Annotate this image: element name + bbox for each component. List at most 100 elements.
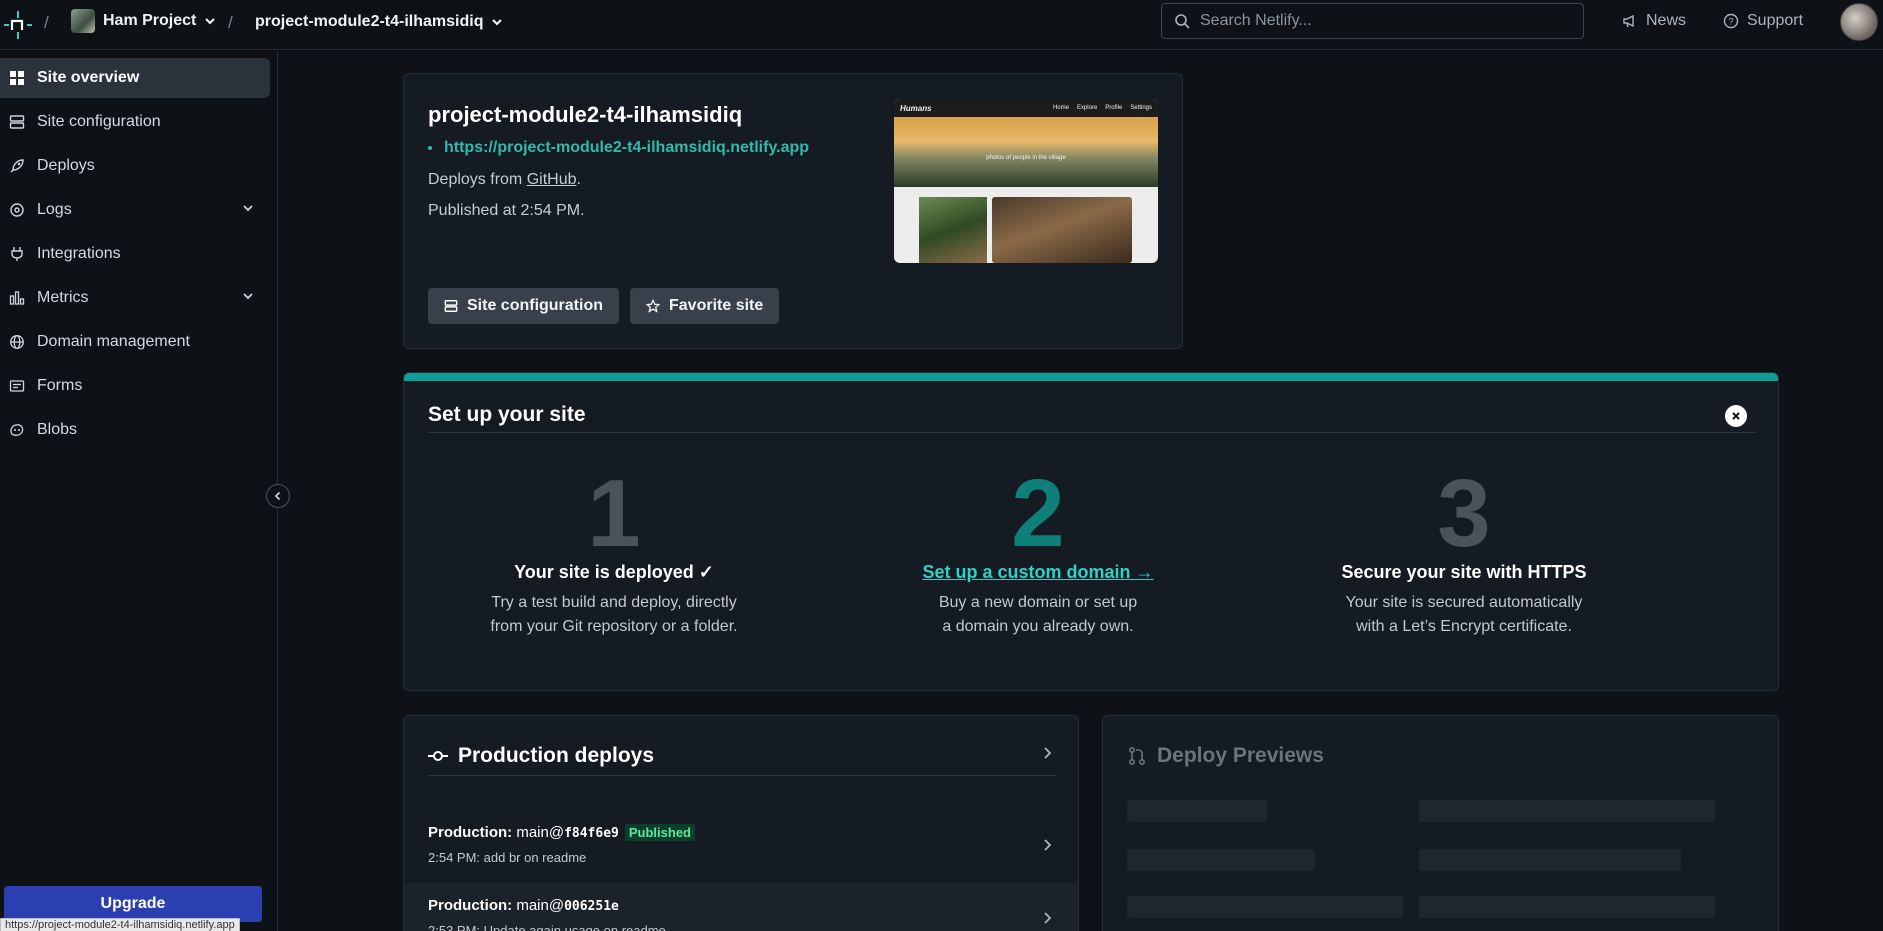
sidebar-item-label: Logs (37, 201, 72, 218)
preview-photo (992, 197, 1132, 263)
deploy-previews-title: Deploy Previews (1157, 744, 1324, 767)
setup-accent-bar (404, 373, 1778, 381)
logs-icon (10, 203, 24, 217)
sidebar-item-logs[interactable]: Logs (0, 190, 270, 230)
site-summary-card: project-module2-t4-ilhamsidiq https://pr… (403, 73, 1183, 349)
netlify-logo-icon[interactable] (2, 9, 34, 41)
preview-links: Home Explore Profile Settings (1053, 105, 1152, 111)
preview-hero: photos of people in the village (894, 117, 1158, 187)
deploy-row[interactable]: Production: main@f84f6e9 Published 2:54 P… (404, 810, 1078, 882)
form-icon (9, 380, 25, 392)
sidebar-item-integrations[interactable]: Integrations (0, 234, 270, 274)
browser-status-url: https://project-module2-t4-ilhamsidiq.ne… (0, 918, 240, 931)
svg-text:?: ? (1728, 17, 1733, 27)
team-switcher[interactable]: Ham Project (71, 9, 216, 33)
news-link[interactable]: News (1622, 12, 1686, 30)
chevron-down-icon (243, 205, 253, 212)
step-description-line: Your site is secured automatically (1345, 594, 1583, 611)
search-icon (1175, 14, 1190, 29)
sidebar-item-blobs[interactable]: Blobs (0, 410, 270, 450)
production-deploys-card: Production deploys Production: main@f84f… (403, 715, 1079, 931)
deploy-row[interactable]: Production: main@006251e 2:53 PM: Update… (404, 883, 1078, 931)
collapse-sidebar-button[interactable] (266, 484, 290, 508)
chevron-right-icon[interactable] (1042, 746, 1052, 760)
sidebar-item-forms[interactable]: Forms (0, 366, 270, 406)
config-icon (444, 300, 458, 312)
production-deploys-header[interactable]: Production deploys (428, 744, 654, 768)
dismiss-setup-button[interactable] (1725, 405, 1747, 427)
grid-icon (10, 71, 24, 85)
sidebar-item-label: Deploys (37, 157, 95, 174)
sidebar-item-metrics[interactable]: Metrics (0, 278, 270, 318)
loading-placeholder (1419, 849, 1681, 871)
step-heading: Your site is deployed ✓ (514, 562, 714, 582)
deploy-commit: 006251e (564, 899, 619, 914)
setup-step-2: 2 Set up a custom domain → Buy a new dom… (828, 466, 1248, 639)
divider (428, 775, 1056, 776)
sidebar-item-site-configuration[interactable]: Site configuration (0, 102, 270, 142)
favorite-site-label: Favorite site (669, 297, 764, 314)
github-link[interactable]: GitHub (527, 171, 577, 188)
site-url-link[interactable]: https://project-module2-t4-ilhamsidiq.ne… (428, 139, 809, 157)
status-badge: Published (624, 824, 695, 841)
chevron-down-icon (492, 19, 503, 26)
site-title: project-module2-t4-ilhamsidiq (428, 102, 743, 127)
sidebar-item-label: Site configuration (37, 113, 161, 130)
deploy-source-prefix: Deploys from (428, 171, 527, 188)
upgrade-button[interactable]: Upgrade (4, 886, 262, 922)
setup-step-1: 1 Your site is deployed ✓ Try a test bui… (404, 460, 824, 639)
user-avatar[interactable] (1840, 3, 1878, 41)
deploy-detail: 2:53 PM: Update again usage on readme (428, 923, 666, 931)
site-preview-thumbnail[interactable]: Humans Home Explore Profile Settings pho… (894, 99, 1158, 263)
sidebar-item-domain-management[interactable]: Domain management (0, 322, 270, 362)
site-url-text: https://project-module2-t4-ilhamsidiq.ne… (444, 139, 810, 156)
sidebar-item-deploys[interactable]: Deploys (0, 146, 270, 186)
loading-placeholder (1419, 896, 1715, 918)
site-configuration-button[interactable]: Site configuration (428, 288, 619, 324)
step-description: Buy a new domain or set up a domain you a… (828, 591, 1248, 639)
divider (428, 432, 1756, 433)
pull-request-icon (1128, 746, 1146, 766)
step-number: 1 (587, 460, 641, 567)
deploy-context: Production: (428, 824, 513, 841)
setup-card: Set up your site 1 Your site is deployed… (403, 372, 1779, 691)
chevron-right-icon (1044, 912, 1052, 924)
news-label: News (1646, 12, 1687, 29)
team-avatar (71, 9, 95, 33)
step-description: Your site is secured automatically with a… (1254, 591, 1674, 639)
bar-chart-icon (9, 291, 25, 305)
help-icon: ? (1723, 13, 1739, 29)
favorite-site-button[interactable]: Favorite site (630, 288, 780, 324)
setup-step-3: 3 Secure your site with HTTPS Your site … (1254, 466, 1674, 639)
sidebar-item-label: Site overview (37, 69, 140, 86)
deploy-branch: main@ (516, 824, 565, 841)
deploy-detail: 2:54 PM: add br on readme (428, 850, 587, 865)
preview-link: Home (1052, 105, 1069, 111)
config-icon (9, 115, 25, 129)
preview-link: Settings (1130, 105, 1152, 111)
deploy-source-suffix: . (576, 171, 581, 188)
sidebar-item-site-overview[interactable]: Site overview (0, 58, 270, 98)
deploy-commit: f84f6e9 (564, 826, 619, 841)
rocket-icon (10, 159, 24, 173)
blob-icon (10, 424, 24, 436)
production-deploys-title: Production deploys (458, 744, 655, 767)
commit-icon (428, 751, 448, 761)
plug-icon (11, 247, 23, 261)
site-configuration-label: Site configuration (467, 297, 603, 314)
site-crumb-name: project-module2-t4-ilhamsidiq (255, 13, 484, 30)
chevron-down-icon (243, 293, 253, 300)
preview-link: Profile (1105, 105, 1123, 111)
search-input[interactable]: Search Netlify... (1161, 3, 1584, 39)
preview-hero-text: photos of people in the village (986, 155, 1066, 161)
search-placeholder: Search Netlify... (1200, 12, 1312, 29)
published-time: Published at 2:54 PM. (428, 202, 585, 219)
site-switcher[interactable]: project-module2-t4-ilhamsidiq (255, 13, 503, 31)
support-link[interactable]: ? Support (1723, 12, 1803, 30)
preview-brand: Humans (900, 103, 932, 113)
chevron-right-icon (1044, 839, 1052, 851)
custom-domain-link[interactable]: Set up a custom domain → (828, 562, 1248, 583)
globe-icon (10, 335, 24, 349)
preview-link: Explore (1076, 105, 1098, 111)
step-description-line: with a Let’s Encrypt certificate. (1356, 618, 1572, 635)
